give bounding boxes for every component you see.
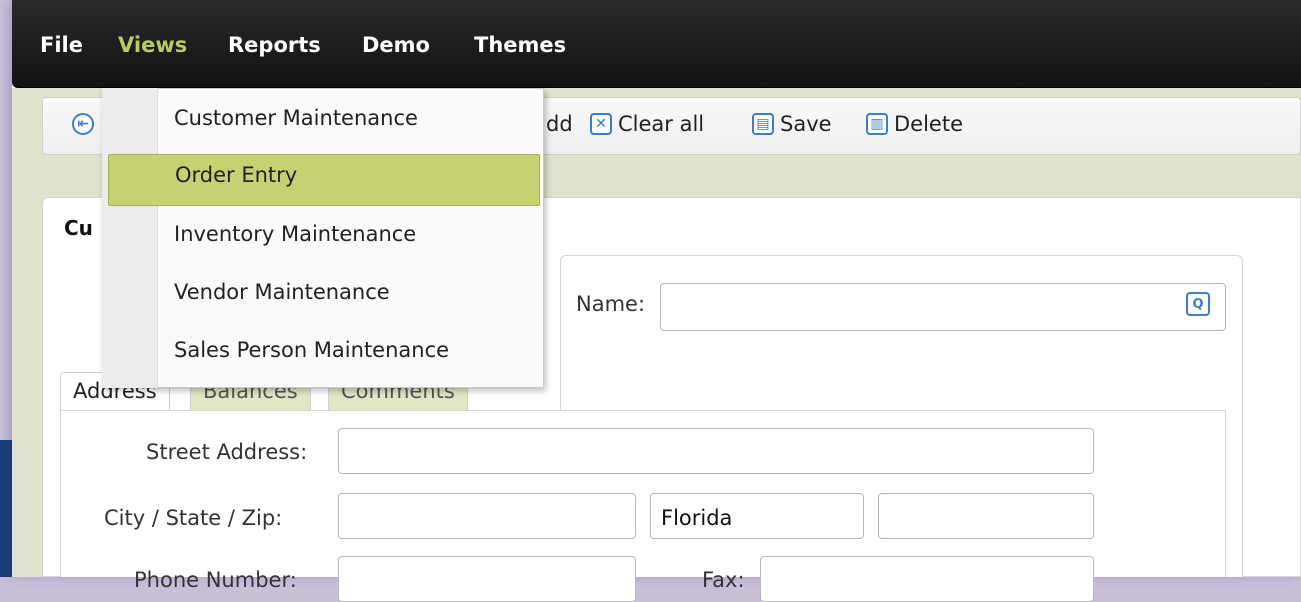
menu-item-inventory-maintenance[interactable]: Inventory Maintenance xyxy=(108,214,540,266)
fax-label: Fax: xyxy=(702,568,745,592)
menu-demo[interactable]: Demo xyxy=(362,30,430,60)
menu-item-sales-person-maintenance[interactable]: Sales Person Maintenance xyxy=(108,330,540,382)
phone-input[interactable] xyxy=(338,556,636,602)
name-input[interactable] xyxy=(660,283,1226,331)
add-button-label: dd xyxy=(546,112,573,136)
menu-item-label: Vendor Maintenance xyxy=(174,280,390,304)
save-button[interactable]: ▤ Save xyxy=(752,109,832,139)
fax-input[interactable] xyxy=(760,556,1094,602)
add-button[interactable]: dd xyxy=(546,109,573,139)
menu-item-vendor-maintenance[interactable]: Vendor Maintenance xyxy=(108,272,540,324)
clear-all-label: Clear all xyxy=(618,112,705,136)
street-address-label: Street Address: xyxy=(146,440,308,464)
city-state-zip-label: City / State / Zip: xyxy=(104,506,283,530)
trash-icon: ▥ xyxy=(866,113,888,135)
street-address-input[interactable] xyxy=(338,428,1094,474)
menu-item-label: Order Entry xyxy=(175,163,298,187)
first-record-icon: ⇤ xyxy=(72,113,94,135)
menu-item-label: Inventory Maintenance xyxy=(174,222,417,246)
clear-icon: ✕ xyxy=(590,113,612,135)
menu-item-label: Sales Person Maintenance xyxy=(174,338,450,362)
save-label: Save xyxy=(780,112,832,136)
city-input[interactable] xyxy=(338,493,636,539)
first-record-button[interactable]: ⇤ xyxy=(72,109,100,139)
menu-item-customer-maintenance[interactable]: Customer Maintenance xyxy=(108,98,540,150)
save-icon: ▤ xyxy=(752,113,774,135)
delete-button[interactable]: ▥ Delete xyxy=(866,109,963,139)
name-label: Name: xyxy=(576,292,646,316)
menu-item-order-entry[interactable]: Order Entry xyxy=(108,154,540,206)
zip-input[interactable] xyxy=(878,493,1094,539)
menu-themes[interactable]: Themes xyxy=(474,30,566,60)
clear-all-button[interactable]: ✕ Clear all xyxy=(590,109,704,139)
delete-label: Delete xyxy=(894,112,963,136)
menubar: File Views Reports Demo Themes xyxy=(12,0,1301,88)
phone-number-label: Phone Number: xyxy=(134,568,297,592)
state-input[interactable]: Florida xyxy=(650,493,864,539)
menu-item-label: Customer Maintenance xyxy=(174,106,418,130)
menu-reports[interactable]: Reports xyxy=(228,30,321,60)
panel-title: Cu xyxy=(64,216,93,240)
menu-file[interactable]: File xyxy=(40,30,83,60)
menu-views[interactable]: Views xyxy=(118,30,187,60)
search-icon[interactable]: Q xyxy=(1186,292,1210,316)
desktop-background xyxy=(0,440,12,577)
